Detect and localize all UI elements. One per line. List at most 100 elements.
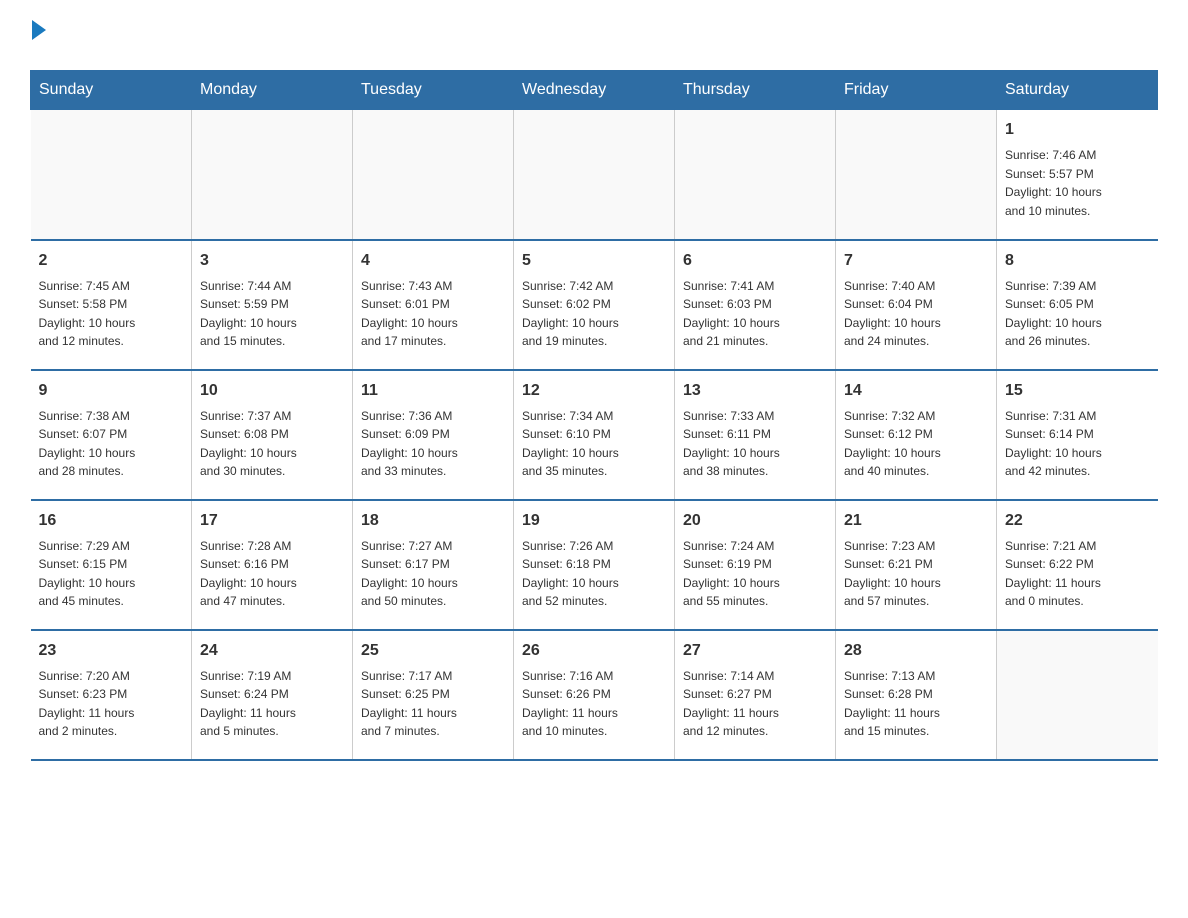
day-number: 17 <box>200 509 344 533</box>
day-number: 27 <box>683 639 827 663</box>
day-info: Sunrise: 7:32 AM Sunset: 6:12 PM Dayligh… <box>844 407 988 481</box>
day-info: Sunrise: 7:45 AM Sunset: 5:58 PM Dayligh… <box>39 277 184 351</box>
day-number: 2 <box>39 249 184 273</box>
column-header-thursday: Thursday <box>675 71 836 110</box>
day-info: Sunrise: 7:26 AM Sunset: 6:18 PM Dayligh… <box>522 537 666 611</box>
column-header-wednesday: Wednesday <box>514 71 675 110</box>
day-number: 8 <box>1005 249 1150 273</box>
calendar-cell <box>997 630 1158 760</box>
calendar-cell: 15 Sunrise: 7:31 AM Sunset: 6:14 PM Dayli… <box>997 370 1158 500</box>
day-number: 9 <box>39 379 184 403</box>
day-number: 23 <box>39 639 184 663</box>
day-info: Sunrise: 7:42 AM Sunset: 6:02 PM Dayligh… <box>522 277 666 351</box>
day-info: Sunrise: 7:28 AM Sunset: 6:16 PM Dayligh… <box>200 537 344 611</box>
calendar-cell: 13 Sunrise: 7:33 AM Sunset: 6:11 PM Dayli… <box>675 370 836 500</box>
calendar-cell: 11 Sunrise: 7:36 AM Sunset: 6:09 PM Dayli… <box>353 370 514 500</box>
day-number: 24 <box>200 639 344 663</box>
calendar-week-row: 23 Sunrise: 7:20 AM Sunset: 6:23 PM Dayli… <box>31 630 1158 760</box>
calendar-cell: 23 Sunrise: 7:20 AM Sunset: 6:23 PM Dayli… <box>31 630 192 760</box>
calendar-cell <box>192 110 353 240</box>
calendar-cell: 1 Sunrise: 7:46 AM Sunset: 5:57 PM Daylig… <box>997 110 1158 240</box>
day-info: Sunrise: 7:21 AM Sunset: 6:22 PM Dayligh… <box>1005 537 1150 611</box>
day-info: Sunrise: 7:44 AM Sunset: 5:59 PM Dayligh… <box>200 277 344 351</box>
day-info: Sunrise: 7:33 AM Sunset: 6:11 PM Dayligh… <box>683 407 827 481</box>
calendar-week-row: 1 Sunrise: 7:46 AM Sunset: 5:57 PM Daylig… <box>31 110 1158 240</box>
day-info: Sunrise: 7:46 AM Sunset: 5:57 PM Dayligh… <box>1005 146 1150 220</box>
calendar-cell: 10 Sunrise: 7:37 AM Sunset: 6:08 PM Dayli… <box>192 370 353 500</box>
calendar-cell: 20 Sunrise: 7:24 AM Sunset: 6:19 PM Dayli… <box>675 500 836 630</box>
day-number: 11 <box>361 379 505 403</box>
calendar-cell: 21Sunrise: 7:23 AM Sunset: 6:21 PM Dayli… <box>836 500 997 630</box>
day-number: 22 <box>1005 509 1150 533</box>
day-info: Sunrise: 7:39 AM Sunset: 6:05 PM Dayligh… <box>1005 277 1150 351</box>
calendar-cell: 6 Sunrise: 7:41 AM Sunset: 6:03 PM Daylig… <box>675 240 836 370</box>
logo <box>30 20 46 50</box>
day-number: 10 <box>200 379 344 403</box>
calendar-cell <box>836 110 997 240</box>
day-info: Sunrise: 7:20 AM Sunset: 6:23 PM Dayligh… <box>39 667 184 741</box>
column-header-monday: Monday <box>192 71 353 110</box>
day-number: 16 <box>39 509 184 533</box>
day-info: Sunrise: 7:41 AM Sunset: 6:03 PM Dayligh… <box>683 277 827 351</box>
calendar-cell: 26 Sunrise: 7:16 AM Sunset: 6:26 PM Dayli… <box>514 630 675 760</box>
day-info: Sunrise: 7:43 AM Sunset: 6:01 PM Dayligh… <box>361 277 505 351</box>
calendar-cell <box>31 110 192 240</box>
day-number: 14 <box>844 379 988 403</box>
day-number: 15 <box>1005 379 1150 403</box>
calendar-cell: 4 Sunrise: 7:43 AM Sunset: 6:01 PM Daylig… <box>353 240 514 370</box>
logo-arrow-icon <box>32 20 46 40</box>
day-number: 5 <box>522 249 666 273</box>
calendar-cell: 17 Sunrise: 7:28 AM Sunset: 6:16 PM Dayli… <box>192 500 353 630</box>
day-number: 19 <box>522 509 666 533</box>
day-info: Sunrise: 7:29 AM Sunset: 6:15 PM Dayligh… <box>39 537 184 611</box>
day-info: Sunrise: 7:24 AM Sunset: 6:19 PM Dayligh… <box>683 537 827 611</box>
calendar-cell: 19 Sunrise: 7:26 AM Sunset: 6:18 PM Dayli… <box>514 500 675 630</box>
calendar-cell: 9 Sunrise: 7:38 AM Sunset: 6:07 PM Daylig… <box>31 370 192 500</box>
column-header-sunday: Sunday <box>31 71 192 110</box>
column-header-friday: Friday <box>836 71 997 110</box>
day-number: 13 <box>683 379 827 403</box>
day-info: Sunrise: 7:37 AM Sunset: 6:08 PM Dayligh… <box>200 407 344 481</box>
day-number: 18 <box>361 509 505 533</box>
day-info: Sunrise: 7:36 AM Sunset: 6:09 PM Dayligh… <box>361 407 505 481</box>
calendar-cell <box>675 110 836 240</box>
day-number: 21 <box>844 509 988 533</box>
day-number: 26 <box>522 639 666 663</box>
day-info: Sunrise: 7:34 AM Sunset: 6:10 PM Dayligh… <box>522 407 666 481</box>
day-number: 4 <box>361 249 505 273</box>
day-number: 12 <box>522 379 666 403</box>
calendar-cell: 27Sunrise: 7:14 AM Sunset: 6:27 PM Dayli… <box>675 630 836 760</box>
day-number: 1 <box>1005 118 1150 142</box>
day-number: 6 <box>683 249 827 273</box>
day-number: 28 <box>844 639 988 663</box>
calendar-week-row: 16 Sunrise: 7:29 AM Sunset: 6:15 PM Dayli… <box>31 500 1158 630</box>
calendar-cell <box>514 110 675 240</box>
day-number: 25 <box>361 639 505 663</box>
calendar-cell: 7 Sunrise: 7:40 AM Sunset: 6:04 PM Daylig… <box>836 240 997 370</box>
calendar-cell: 8 Sunrise: 7:39 AM Sunset: 6:05 PM Daylig… <box>997 240 1158 370</box>
day-info: Sunrise: 7:17 AM Sunset: 6:25 PM Dayligh… <box>361 667 505 741</box>
day-info: Sunrise: 7:31 AM Sunset: 6:14 PM Dayligh… <box>1005 407 1150 481</box>
day-number: 20 <box>683 509 827 533</box>
day-info: Sunrise: 7:19 AM Sunset: 6:24 PM Dayligh… <box>200 667 344 741</box>
calendar-cell: 24 Sunrise: 7:19 AM Sunset: 6:24 PM Dayli… <box>192 630 353 760</box>
page-header <box>30 20 1158 50</box>
day-info: Sunrise: 7:27 AM Sunset: 6:17 PM Dayligh… <box>361 537 505 611</box>
calendar-cell: 5 Sunrise: 7:42 AM Sunset: 6:02 PM Daylig… <box>514 240 675 370</box>
day-number: 7 <box>844 249 988 273</box>
calendar-cell: 14 Sunrise: 7:32 AM Sunset: 6:12 PM Dayli… <box>836 370 997 500</box>
calendar-cell: 22 Sunrise: 7:21 AM Sunset: 6:22 PM Dayli… <box>997 500 1158 630</box>
column-header-tuesday: Tuesday <box>353 71 514 110</box>
calendar-cell: 28 Sunrise: 7:13 AM Sunset: 6:28 PM Dayli… <box>836 630 997 760</box>
calendar-cell: 3 Sunrise: 7:44 AM Sunset: 5:59 PM Daylig… <box>192 240 353 370</box>
day-info: Sunrise: 7:40 AM Sunset: 6:04 PM Dayligh… <box>844 277 988 351</box>
calendar-week-row: 9 Sunrise: 7:38 AM Sunset: 6:07 PM Daylig… <box>31 370 1158 500</box>
day-number: 3 <box>200 249 344 273</box>
day-info: Sunrise: 7:13 AM Sunset: 6:28 PM Dayligh… <box>844 667 988 741</box>
calendar-table: SundayMondayTuesdayWednesdayThursdayFrid… <box>30 70 1158 761</box>
calendar-cell: 16 Sunrise: 7:29 AM Sunset: 6:15 PM Dayli… <box>31 500 192 630</box>
day-info: Sunrise: 7:38 AM Sunset: 6:07 PM Dayligh… <box>39 407 184 481</box>
calendar-cell <box>353 110 514 240</box>
calendar-week-row: 2 Sunrise: 7:45 AM Sunset: 5:58 PM Daylig… <box>31 240 1158 370</box>
day-info: Sunrise: 7:16 AM Sunset: 6:26 PM Dayligh… <box>522 667 666 741</box>
